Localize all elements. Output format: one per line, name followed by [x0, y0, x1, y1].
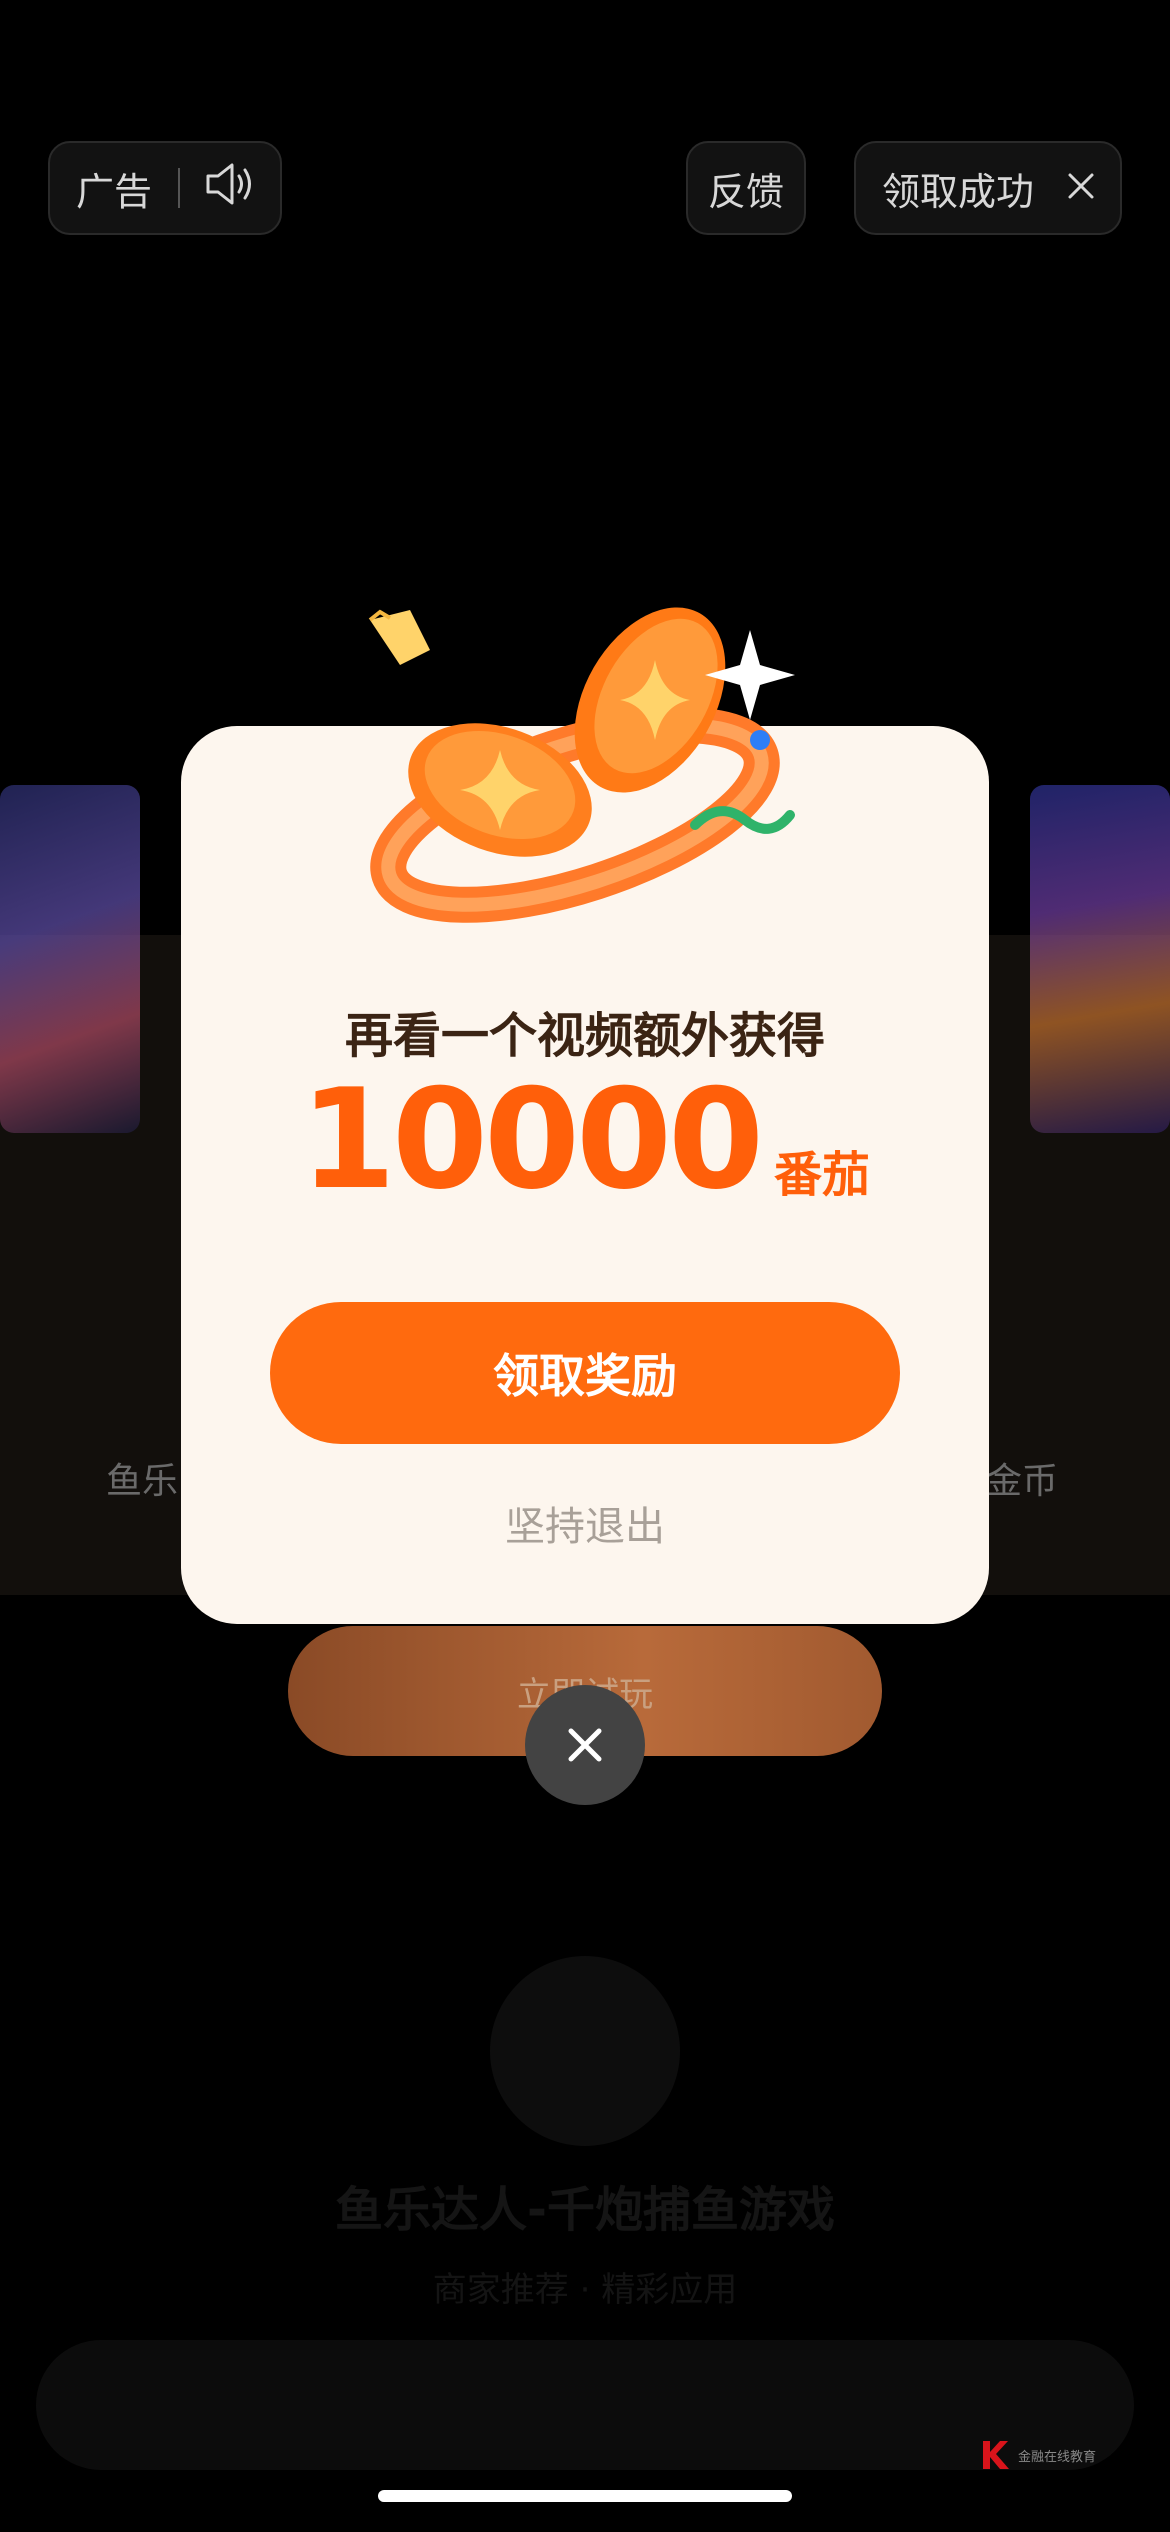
- home-indicator: [378, 2490, 792, 2502]
- download-button: [36, 2340, 1134, 2470]
- reward-amount: 10000: [299, 1059, 764, 1220]
- watermark-logo-icon: [983, 2441, 1009, 2469]
- feedback-button[interactable]: 反馈: [686, 141, 806, 235]
- game-thumbnail-left: [0, 785, 140, 1133]
- ad-label: 广告: [76, 169, 153, 214]
- watermark-text: 金融在线教育: [1018, 2449, 1097, 2465]
- app-subtitle: 商家推荐 · 精彩应用: [432, 2270, 738, 2310]
- app-avatar: [490, 1956, 680, 2146]
- speaker-icon[interactable]: [202, 160, 258, 217]
- reward-status-button[interactable]: 领取成功: [854, 141, 1122, 235]
- reward-unit: 番茄: [774, 1147, 871, 1203]
- app-title: 鱼乐达人-千炮捕鱼游戏: [335, 2182, 835, 2238]
- reward-status-label: 领取成功: [882, 169, 1035, 214]
- modal-close-icon: [568, 1728, 602, 1762]
- game-thumbnail-right: [1030, 785, 1170, 1133]
- quit-link[interactable]: 坚持退出: [181, 1494, 989, 1552]
- watermark: 金融在线教育: [978, 2438, 1096, 2472]
- divider: [178, 168, 181, 208]
- modal-close-button[interactable]: [525, 1685, 645, 1805]
- modal-headline: 再看一个视频额外获得: [344, 1008, 825, 1064]
- ad-badge: 广告: [48, 141, 282, 235]
- bg-caption-right: 金币: [986, 1461, 1059, 1502]
- close-icon[interactable]: [1066, 166, 1096, 210]
- coin-ribbon-illustration: [368, 607, 795, 923]
- reward-amount-row: 10000 番茄: [181, 1071, 989, 1209]
- claim-reward-button[interactable]: 领取奖励: [270, 1302, 900, 1444]
- bg-caption-left: 鱼乐: [106, 1461, 179, 1502]
